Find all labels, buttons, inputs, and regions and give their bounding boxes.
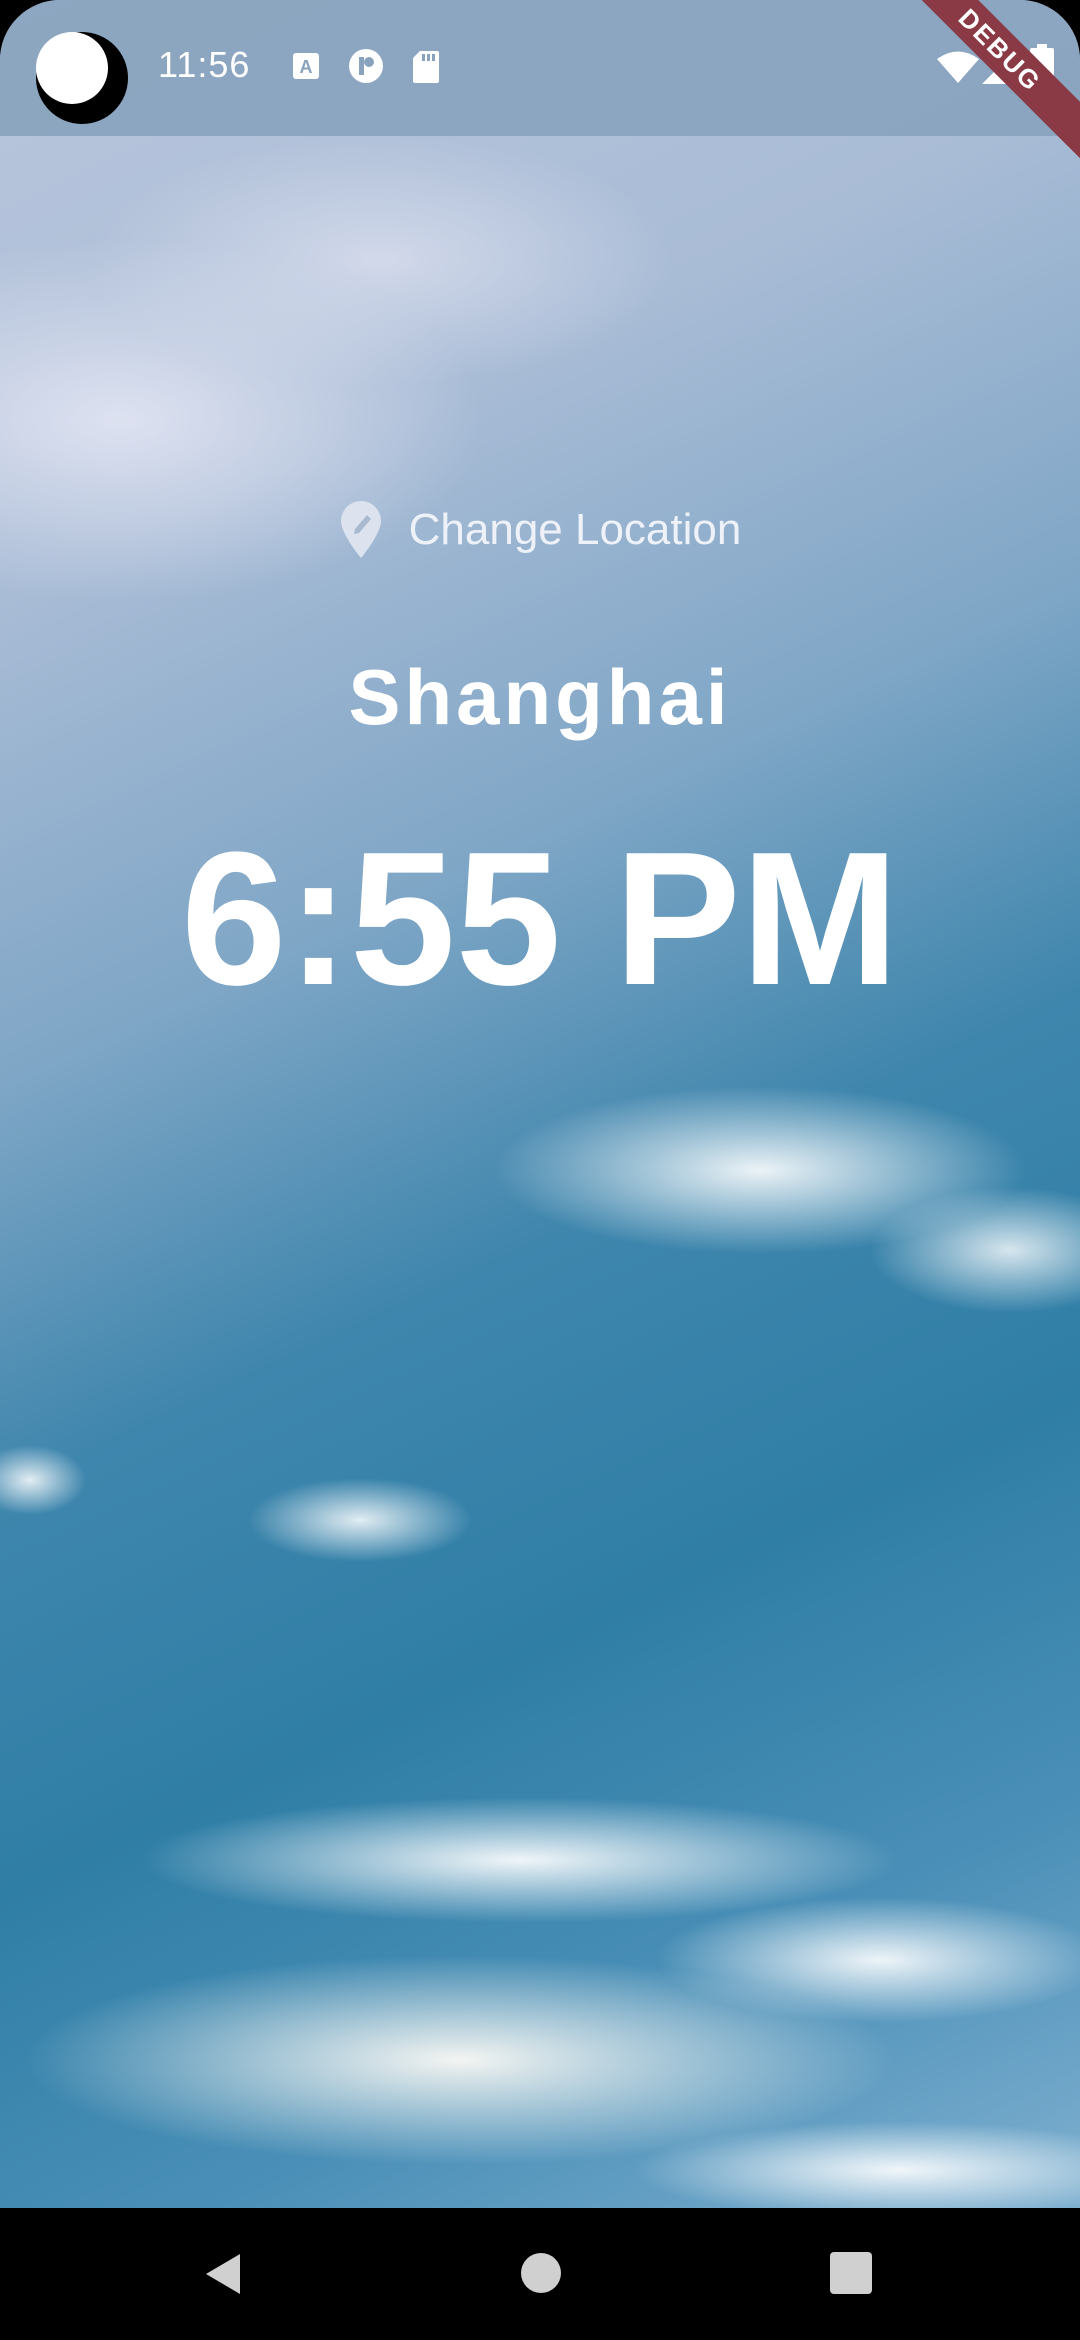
status-time: 11:56	[158, 44, 251, 85]
app-p-icon	[349, 49, 383, 83]
keyboard-a-icon: A	[293, 53, 319, 79]
change-location-button[interactable]: Change Location	[0, 500, 1080, 560]
recents-icon[interactable]	[830, 2252, 872, 2294]
city-time: 6:55 PM	[180, 813, 900, 1025]
home-icon[interactable]	[520, 2252, 562, 2294]
svg-text:A: A	[300, 57, 313, 77]
back-icon[interactable]	[200, 2250, 248, 2298]
navigation-bar	[0, 2208, 1080, 2340]
avatar-inner	[36, 32, 108, 104]
sky-background	[0, 0, 1080, 2208]
sd-card-icon	[413, 51, 439, 83]
wifi-icon	[937, 51, 979, 83]
city-name: Shanghai	[348, 653, 732, 741]
app-screen: 11:56 A DEBUG Change Location Shanghai 6…	[0, 0, 1080, 2340]
change-location-label: Change Location	[408, 505, 742, 554]
status-bar: 11:56 A DEBUG	[0, 0, 1080, 171]
location-pin-icon	[340, 501, 381, 558]
